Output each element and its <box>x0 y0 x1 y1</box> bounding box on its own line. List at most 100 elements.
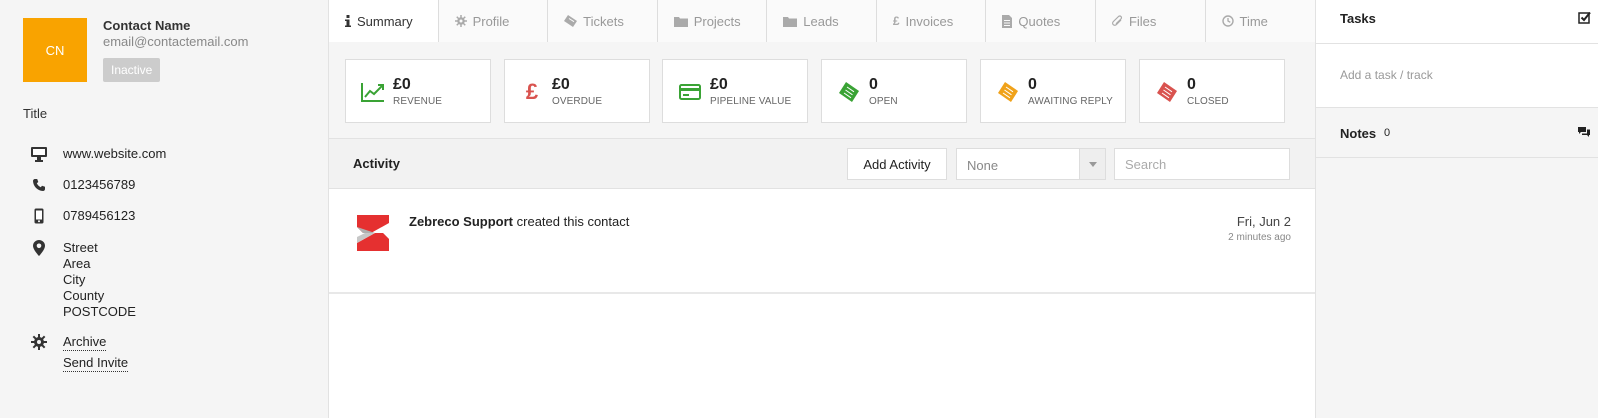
tab-label: Invoices <box>905 13 954 29</box>
gear-icon <box>454 15 467 27</box>
activity-title: Activity <box>353 156 400 171</box>
tab-label: Profile <box>472 13 510 29</box>
document-icon <box>1002 14 1013 28</box>
send-invite-link[interactable]: Send Invite <box>63 355 129 372</box>
tab-profile[interactable]: Profile <box>438 0 549 42</box>
add-task-input[interactable]: Add a task / track <box>1340 68 1433 82</box>
address-line: POSTCODE <box>63 304 136 319</box>
contact-email: email@contactemail.com <box>103 34 249 49</box>
mobile-number[interactable]: 0789456123 <box>63 208 135 224</box>
tasks-header: Tasks <box>1316 0 1598 44</box>
stat-value: 0 <box>1187 76 1196 93</box>
tasks-body: Add a task / track <box>1316 44 1598 108</box>
main-content: Summary Profile Tickets Projects Leads £… <box>329 0 1316 418</box>
address-row: Street Area City County POSTCODE <box>29 240 136 320</box>
stat-value: £0 <box>710 76 728 93</box>
address-line: Area <box>63 256 91 271</box>
filter-value: None <box>967 158 999 173</box>
stat-label: OPEN <box>869 96 898 107</box>
tab-files[interactable]: Files <box>1095 0 1206 42</box>
summary-stats: £0 REVENUE £ £0 OVERDUE £0 PIPELINE VALU… <box>329 42 1315 139</box>
stat-pipeline-value: £0 PIPELINE VALUE <box>662 59 808 123</box>
paperclip-icon <box>1112 14 1123 28</box>
ticket-icon <box>1154 80 1180 104</box>
stat-label: CLOSED <box>1187 96 1229 107</box>
gear-icon <box>29 334 49 350</box>
clock-icon <box>1221 15 1234 27</box>
tab-label: Tickets <box>583 13 624 29</box>
tab-time[interactable]: Time <box>1205 0 1316 42</box>
contact-title: Title <box>23 106 48 121</box>
zebreco-logo-icon <box>355 213 391 253</box>
tab-invoices[interactable]: £ Invoices <box>876 0 987 42</box>
stat-revenue: £0 REVENUE <box>345 59 491 123</box>
activity-item: Zebreco Support created this contact Fri… <box>329 189 1315 294</box>
contact-sidebar: CN Contact Name email@contactemail.com I… <box>0 0 329 418</box>
address-block: Street Area City County POSTCODE <box>63 240 136 320</box>
tab-label: Projects <box>693 13 741 29</box>
stat-label: REVENUE <box>393 96 443 107</box>
archive-link[interactable]: Archive <box>63 334 107 351</box>
activity-toolbar: Activity Add Activity None <box>329 139 1315 189</box>
folder-icon <box>673 16 688 27</box>
mobile-icon <box>29 208 49 224</box>
right-sidebar: Tasks Add a task / track Notes 0 <box>1315 0 1598 418</box>
comments-icon[interactable] <box>1577 126 1591 141</box>
monitor-icon <box>29 146 49 162</box>
tab-label: Quotes <box>1018 13 1061 29</box>
tab-bar: Summary Profile Tickets Projects Leads £… <box>329 0 1316 42</box>
mobile-row: 0789456123 <box>29 208 135 224</box>
website-row: www.website.com <box>29 146 166 162</box>
activity-filter-select[interactable]: None <box>956 148 1106 180</box>
tab-leads[interactable]: Leads <box>767 0 877 42</box>
notes-section[interactable]: Notes 0 <box>1316 108 1598 158</box>
stat-label: OVERDUE <box>552 96 603 107</box>
pound-icon: £ <box>525 79 539 104</box>
stat-closed: 0 CLOSED <box>1139 59 1285 123</box>
tab-label: Time <box>1239 13 1268 29</box>
stat-overdue: £ £0 OVERDUE <box>504 59 650 123</box>
activity-actor: Zebreco Support <box>409 214 514 229</box>
trend-up-icon <box>360 80 386 104</box>
tab-projects[interactable]: Projects <box>657 0 768 42</box>
phone-row: 0123456789 <box>29 177 135 193</box>
address-line: Street <box>63 240 98 255</box>
checkbox-icon[interactable] <box>1578 11 1591 27</box>
website-link[interactable]: www.website.com <box>63 146 166 162</box>
ticket-icon <box>995 80 1021 104</box>
stat-value: £0 <box>552 76 570 93</box>
activity-search-input[interactable] <box>1114 148 1290 180</box>
stat-label: AWAITING REPLY <box>1028 96 1113 107</box>
activity-description: Zebreco Support created this contact <box>409 214 629 229</box>
tab-quotes[interactable]: Quotes <box>986 0 1096 42</box>
add-activity-button[interactable]: Add Activity <box>847 148 947 180</box>
stat-label: PIPELINE VALUE <box>710 96 792 107</box>
actions-row: Archive Send Invite <box>29 334 129 372</box>
chevron-down-icon[interactable] <box>1079 149 1105 179</box>
stat-awaiting-reply: 0 AWAITING REPLY <box>980 59 1126 123</box>
tasks-title: Tasks <box>1340 11 1376 26</box>
folder-icon <box>783 16 798 27</box>
stat-value: 0 <box>1028 76 1037 93</box>
address-line: City <box>63 272 86 287</box>
address-line: County <box>63 288 105 303</box>
phone-number[interactable]: 0123456789 <box>63 177 135 193</box>
contact-actions: Archive Send Invite <box>63 334 129 372</box>
stat-value: £0 <box>393 76 411 93</box>
tab-summary[interactable]: Summary <box>329 0 439 42</box>
activity-action: created this contact <box>516 214 630 229</box>
phone-icon <box>29 177 49 193</box>
credit-card-icon <box>677 80 703 104</box>
notes-count: 0 <box>1384 127 1391 139</box>
map-pin-icon <box>29 240 49 256</box>
avatar: CN <box>23 18 87 82</box>
stat-value: 0 <box>869 76 878 93</box>
stat-open: 0 OPEN <box>821 59 967 123</box>
notes-title: Notes <box>1340 126 1377 141</box>
ticket-icon <box>564 15 578 27</box>
tab-label: Leads <box>803 13 839 29</box>
activity-relative-time: 2 minutes ago <box>1228 232 1291 243</box>
tab-tickets[interactable]: Tickets <box>548 0 658 42</box>
status-badge: Inactive <box>103 58 161 82</box>
info-icon <box>345 15 351 27</box>
